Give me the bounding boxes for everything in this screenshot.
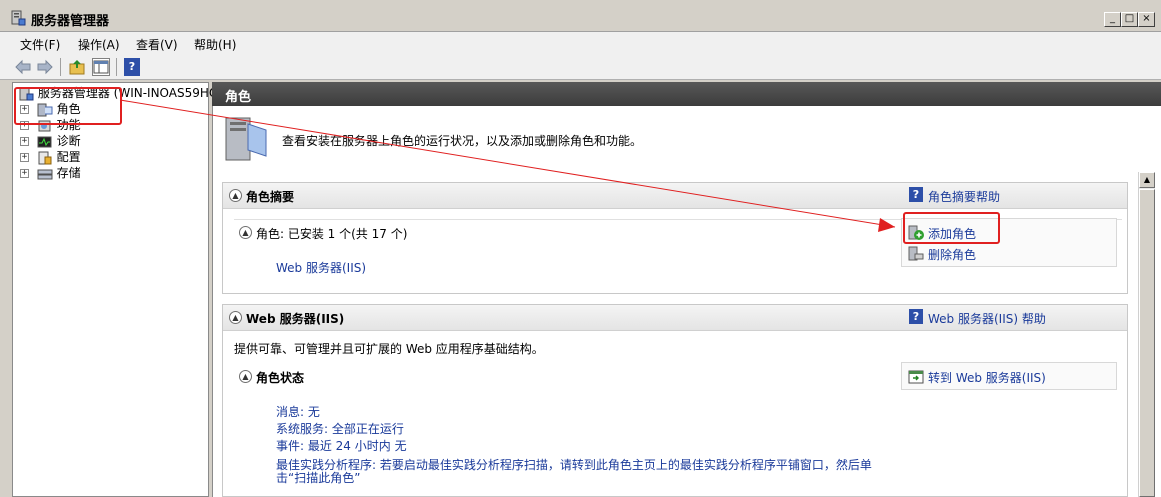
status-messages: 消息: 无 [276,405,320,419]
annotation-box-roles [14,87,122,125]
intro-text: 查看安装在服务器上角色的运行状况，以及添加或删除角色和功能。 [282,134,643,148]
web-server-title: Web 服务器(IIS) [246,312,345,326]
help-icon: ? [909,309,923,324]
roles-summary-help-link[interactable]: 角色摘要帮助 [928,188,1000,205]
menu-file[interactable]: 文件(F) [20,36,60,53]
tree-item-label: 配置 [56,150,81,164]
diagnostics-icon [37,135,53,149]
collapse-icon[interactable]: ▲ [229,311,242,324]
scroll-up-icon[interactable]: ▲ [1139,172,1155,188]
scroll-thumb[interactable] [1139,189,1155,497]
menu-action[interactable]: 操作(A) [78,36,120,53]
expand-icon[interactable]: + [20,137,29,146]
tree-item-label: 存储 [56,166,81,180]
tree-item-diagnostics[interactable]: + 诊断 [20,133,81,149]
role-status-title: 角色状态 [256,371,305,385]
status-events: 事件: 最近 24 小时内 无 [276,439,407,453]
toolbar-separator [60,58,61,76]
status-bpa-line2: 击“扫描此角色” [276,471,361,485]
page-title: 角色 [225,90,252,105]
web-server-description: 提供可靠、可管理并且可扩展的 Web 应用程序基础结构。 [234,342,544,356]
close-button[interactable]: × [1138,12,1155,27]
remove-roles-link[interactable]: 删除角色 [928,246,976,263]
collapse-icon[interactable]: ▲ [229,189,242,202]
menu-view[interactable]: 查看(V) [136,36,178,53]
show-hide-console-tree-icon[interactable] [92,58,110,76]
go-to-web-server-link[interactable]: 转到 Web 服务器(IIS) [928,369,1046,386]
collapse-icon[interactable]: ▲ [239,226,252,239]
toolbar-separator [116,58,117,76]
go-to-icon [908,369,924,385]
menu-help[interactable]: 帮助(H) [194,36,236,53]
maximize-button[interactable]: □ [1121,12,1138,27]
status-bpa-line1: 最佳实践分析程序: 若要启动最佳实践分析程序扫描，请转到此角色主页上的最佳实践分… [276,458,872,472]
help-icon: ? [909,187,923,202]
expand-icon[interactable]: + [20,153,29,162]
window-title: 服务器管理器 [31,14,110,29]
tree-item-configuration[interactable]: + 配置 [20,149,81,165]
roles-installed-title: 角色: 已安装 1 个(共 17 个) [256,227,408,241]
details-header [212,82,1161,106]
configuration-icon [37,151,53,165]
help-icon[interactable]: ? [124,58,140,76]
remove-role-icon [908,246,924,262]
expand-icon[interactable]: + [20,169,29,178]
back-arrow-icon[interactable] [14,58,32,76]
up-folder-icon[interactable] [68,58,86,76]
tree-item-label: 诊断 [56,134,81,148]
server-manager-icon [10,10,26,26]
annotation-box-add-roles [903,212,1000,244]
installed-role-web-server[interactable]: Web 服务器(IIS) [276,259,366,276]
roles-summary-title: 角色摘要 [246,190,295,204]
roles-large-icon [222,112,270,164]
tree-item-storage[interactable]: + 存储 [20,165,81,181]
storage-icon [37,167,53,181]
status-system-services: 系统服务: 全部正在运行 [276,422,404,436]
collapse-icon[interactable]: ▲ [239,370,252,383]
toolbar [0,54,1161,80]
web-server-help-link[interactable]: Web 服务器(IIS) 帮助 [928,310,1046,327]
title-bar [0,0,1161,32]
minimize-button[interactable]: _ [1104,12,1121,27]
forward-arrow-icon[interactable] [36,58,54,76]
